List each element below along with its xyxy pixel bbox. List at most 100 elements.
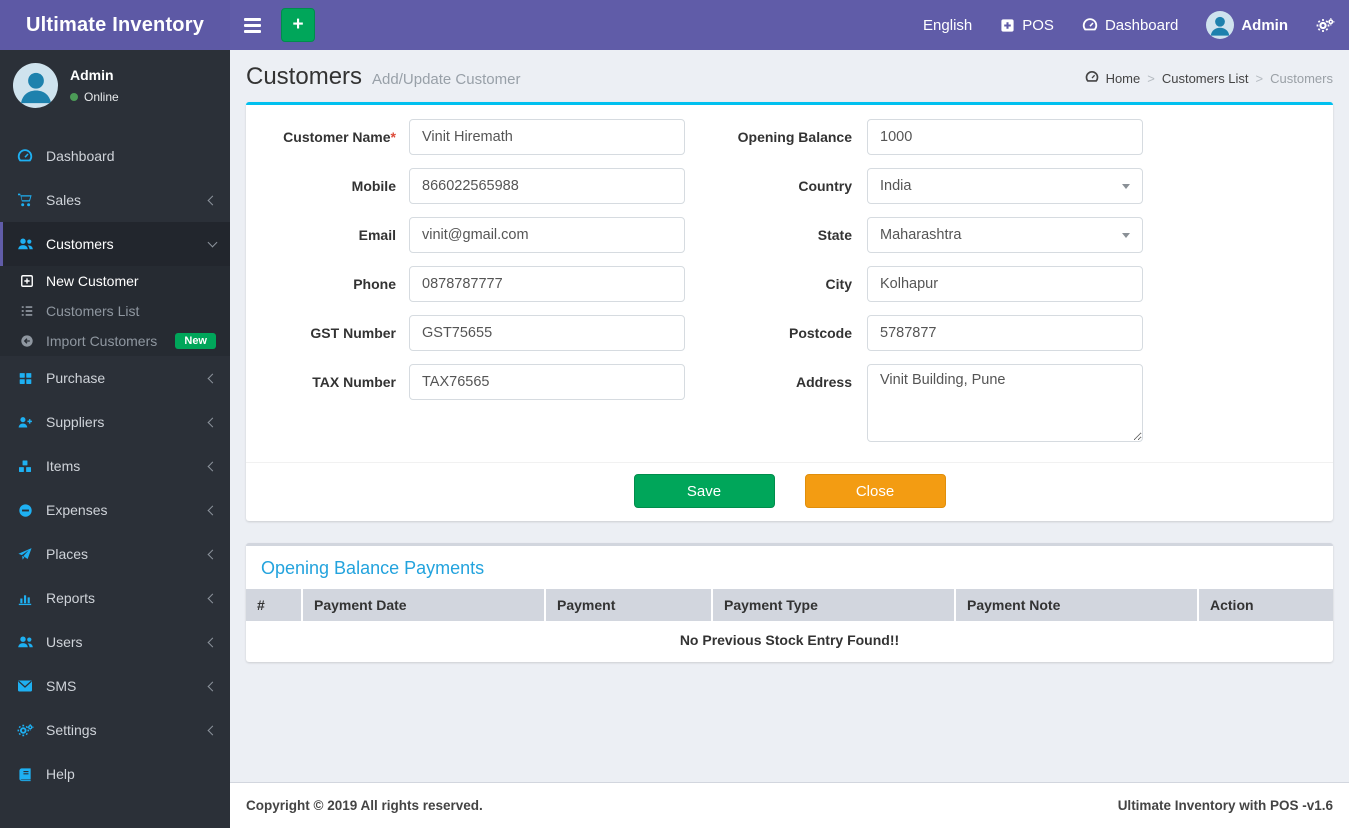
sidebar-user-status: Online [70,90,119,104]
page-title: Customers [246,63,363,90]
sidebar-item-sms[interactable]: SMS [0,664,230,708]
customer-form-panel: Customer Name* Opening Balance Mobile [246,102,1333,521]
breadcrumb: Home > Customers List > Customers [1085,70,1333,87]
users-icon [15,236,35,252]
version-text: Ultimate Inventory with POS -v1.6 [1117,798,1333,813]
sidebar-user-panel: Admin Online [0,50,230,118]
col-payment-note: Payment Note [955,589,1199,621]
tax-number-input[interactable] [409,364,685,400]
breadcrumb-separator: > [1255,71,1264,86]
bar-chart-icon [15,591,35,606]
breadcrumb-customers-list[interactable]: Customers List [1162,71,1249,86]
caret-down-icon [1122,233,1130,238]
col-index: # [246,589,303,621]
mobile-input[interactable] [409,168,685,204]
sidebar-item-expenses[interactable]: Expenses [0,488,230,532]
city-input[interactable] [867,266,1143,302]
sidebar-item-places[interactable]: Places [0,532,230,576]
col-payment: Payment [545,589,713,621]
sidebar-user-name: Admin [70,67,114,83]
chevron-left-icon [207,637,218,647]
gst-number-input[interactable] [409,315,685,351]
email-input[interactable] [409,217,685,253]
main-area: Customers Add/Update Customer Home > Cus… [230,50,1349,828]
payments-table-header-row: # Payment Date Payment Payment Type Paym… [246,589,1333,621]
paper-plane-icon [15,547,35,562]
sidebar: Admin Online Dashboard Sales Customers N… [0,50,230,828]
sidebar-item-settings[interactable]: Settings [0,708,230,752]
phone-input[interactable] [409,266,685,302]
state-label: State [817,227,852,243]
tax-number-label: TAX Number [312,374,396,390]
sidebar-item-customers[interactable]: Customers [0,222,230,266]
email-label: Email [358,227,396,243]
pos-label: POS [1022,16,1054,34]
plus-square-icon [1000,18,1015,33]
sidebar-item-purchase[interactable]: Purchase [0,356,230,400]
sidebar-item-sales[interactable]: Sales [0,178,230,222]
chevron-left-icon [207,505,218,515]
chevron-left-icon [207,681,218,691]
page-subtitle: Add/Update Customer [372,71,521,88]
opening-balance-payments-panel: Opening Balance Payments # Payment Date … [246,543,1333,662]
user-name-label: Admin [1241,16,1288,34]
sidebar-menu: Dashboard Sales Customers New Customer C… [0,134,230,796]
content: Customers Add/Update Customer Home > Cus… [230,50,1349,782]
phone-label: Phone [353,276,396,292]
sidebar-item-help[interactable]: Help [0,752,230,796]
dashboard-link[interactable]: Dashboard [1068,0,1192,50]
copyright-text: Copyright © 2019 All rights reserved. [246,798,483,813]
cubes-icon [15,459,35,474]
save-button[interactable]: Save [633,474,775,508]
opening-balance-input[interactable] [867,119,1143,155]
pos-link[interactable]: POS [986,0,1068,50]
sidebar-item-users[interactable]: Users [0,620,230,664]
sidebar-item-reports[interactable]: Reports [0,576,230,620]
sidebar-item-new-customer[interactable]: New Customer [0,266,230,296]
caret-down-icon [1122,184,1130,189]
tachometer-icon [15,148,35,164]
sidebar-item-dashboard[interactable]: Dashboard [0,134,230,178]
col-payment-date: Payment Date [302,589,546,621]
col-payment-type: Payment Type [712,589,956,621]
chevron-left-icon [207,373,218,383]
users-icon [15,634,35,650]
cart-icon [15,192,35,208]
user-menu[interactable]: Admin [1192,0,1302,50]
list-icon [18,304,36,318]
user-plus-icon [15,415,35,430]
language-menu[interactable]: English [909,0,986,50]
customer-name-input[interactable] [409,119,685,155]
address-label: Address [795,374,852,390]
envelope-icon [15,679,35,693]
address-textarea[interactable]: Vinit Building, Pune [867,364,1143,442]
avatar [13,63,58,108]
customer-name-label: Customer Name* [283,129,396,145]
postcode-input[interactable] [867,315,1143,351]
empty-message: No Previous Stock Entry Found!! [679,632,900,648]
language-label: English [923,16,973,34]
plus-square-icon [18,274,36,288]
breadcrumb-home[interactable]: Home [1106,71,1141,86]
chevron-left-icon [207,593,218,603]
state-select[interactable]: Maharashtra [867,217,1143,253]
form-actions: Save Close [246,462,1333,521]
gst-number-label: GST Number [310,325,396,341]
mobile-label: Mobile [351,178,396,194]
sidebar-item-suppliers[interactable]: Suppliers [0,400,230,444]
brand-logo[interactable]: Ultimate Inventory [0,0,230,50]
country-select[interactable]: India [867,168,1143,204]
sidebar-toggle-icon[interactable] [230,0,274,50]
sidebar-item-customers-list[interactable]: Customers List [0,296,230,326]
country-label: Country [798,178,852,194]
col-action: Action [1198,589,1333,621]
quick-add-button[interactable]: + [281,8,315,42]
new-badge: New [175,333,216,349]
sidebar-item-import-customers[interactable]: Import Customers New [0,326,230,356]
sidebar-item-items[interactable]: Items [0,444,230,488]
settings-menu[interactable] [1302,0,1349,50]
close-button[interactable]: Close [804,474,946,508]
app-window: Ultimate Inventory + English POS Dashboa… [0,0,1349,828]
postcode-label: Postcode [788,325,852,341]
empty-row: No Previous Stock Entry Found!! [246,621,1333,662]
